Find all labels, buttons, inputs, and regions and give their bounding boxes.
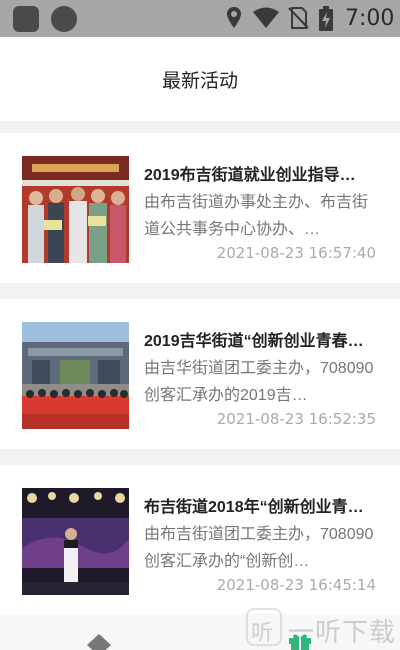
status-bar: 7:00	[0, 0, 400, 37]
activity-title: 2019吉华街道“创新创业青春…	[144, 333, 364, 350]
activity-thumbnail-image	[22, 322, 129, 429]
activity-title: 布吉街道2018年“创新创业青…	[144, 499, 364, 516]
activity-time: 2021-08-23 16:45:14	[216, 576, 376, 594]
clock-time: 7:00	[345, 6, 395, 31]
activity-thumbnail-image	[22, 156, 129, 263]
activity-card[interactable]: 2019吉华街道“创新创业青春… 由吉华街道团工委主办，708090创客汇承办的…	[0, 299, 400, 449]
watermark-text: 一听下载	[288, 617, 397, 647]
no-sim-icon	[288, 7, 309, 29]
watermark-badge-text: 听	[251, 620, 274, 645]
activity-thumbnail-image	[22, 488, 129, 595]
activity-time: 2021-08-23 16:52:35	[216, 410, 376, 428]
wifi-icon	[253, 7, 279, 28]
notification-square-icon	[13, 6, 39, 32]
activity-description: 由吉华街道团工委主办，708090创客汇承办的2019吉…	[144, 360, 374, 404]
watermark-badge: 听	[246, 608, 282, 646]
page-header: 最新活动	[0, 37, 400, 121]
activity-description: 由布吉街道办事处主办、布吉街道公共事务中心协办、…	[144, 194, 369, 238]
page-title: 最新活动	[161, 71, 238, 92]
activity-description: 由布吉街道团工委主办，708090创客汇承办的“创新创…	[144, 526, 374, 570]
battery-charging-icon	[319, 6, 333, 31]
activity-card[interactable]: 布吉街道2018年“创新创业青… 由布吉街道团工委主办，708090创客汇承办的…	[0, 465, 400, 615]
activity-time: 2021-08-23 16:57:40	[216, 244, 376, 262]
activity-card[interactable]: 2019布吉街道就业创业指导… 由布吉街道办事处主办、布吉街道公共事务中心协办、…	[0, 133, 400, 283]
activity-title: 2019布吉街道就业创业指导…	[144, 167, 356, 184]
watermark: 听 一听下载	[246, 606, 400, 650]
home-icon[interactable]	[86, 632, 112, 650]
location-icon	[227, 7, 241, 28]
notification-circle-icon	[51, 6, 77, 32]
